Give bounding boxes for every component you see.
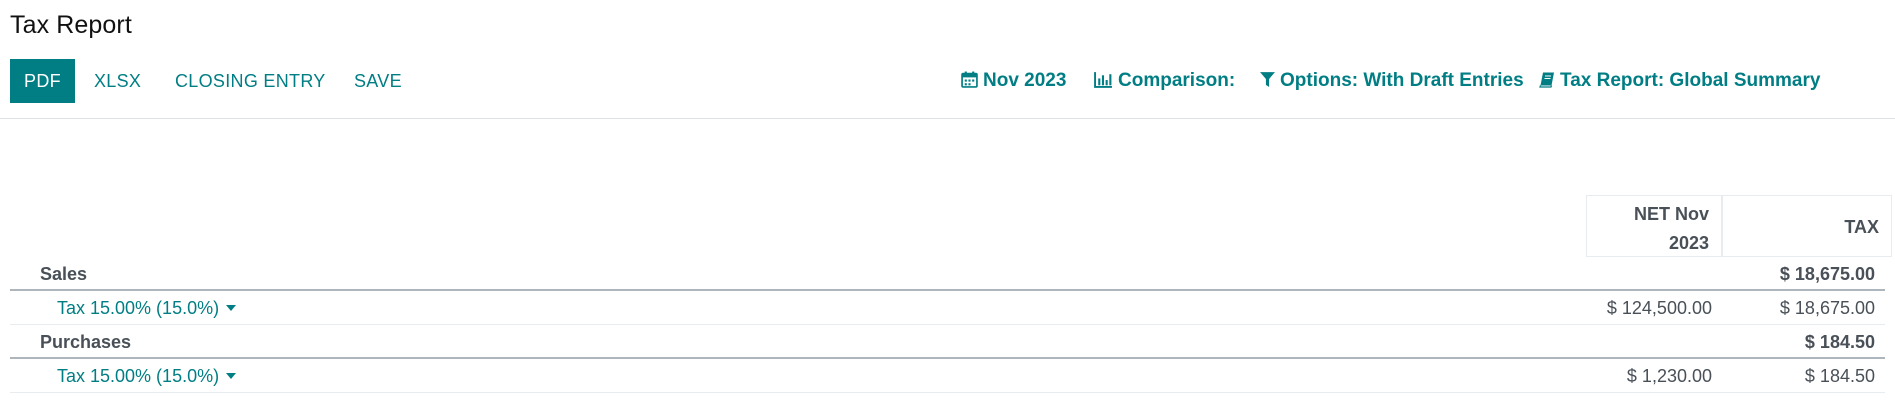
tax-line-link[interactable]: Tax 15.00% (15.0%)	[57, 359, 237, 393]
xlsx-button[interactable]: XLSX	[94, 59, 141, 103]
tax-line-label: Tax 15.00% (15.0%)	[57, 298, 220, 318]
caret-down-icon[interactable]	[226, 305, 237, 311]
column-header-net-line1: NET Nov	[1633, 204, 1709, 224]
book-icon	[1539, 72, 1554, 88]
section-tax-total: $ 184.50	[1804, 332, 1875, 352]
tax-line-label: Tax 15.00% (15.0%)	[57, 366, 220, 386]
section-row-sales: Sales $ 18,675.00	[10, 257, 1885, 291]
tax-line-tax: $ 18,675.00	[1779, 298, 1875, 318]
section-row-purchases: Purchases $ 184.50	[10, 325, 1885, 359]
save-button[interactable]: SAVE	[354, 59, 402, 103]
page-title: Tax Report	[10, 11, 132, 39]
comparison-filter[interactable]: Comparison:	[1094, 59, 1235, 103]
tax-line-row: Tax 15.00% (15.0%) $ 124,500.00 $ 18,675…	[10, 291, 1885, 325]
report-variant-filter-label: Tax Report: Global Summary	[1560, 70, 1821, 91]
pdf-button[interactable]: PDF	[10, 59, 75, 103]
tax-line-net: $ 124,500.00	[1606, 298, 1712, 318]
section-tax-total: $ 18,675.00	[1779, 264, 1875, 284]
bar-chart-icon	[1094, 72, 1112, 88]
section-label: Purchases	[40, 332, 132, 352]
filter-icon	[1260, 72, 1275, 87]
options-filter[interactable]: Options: With Draft Entries	[1260, 59, 1524, 103]
column-header-tax: TAX	[1722, 195, 1892, 257]
comparison-filter-label: Comparison:	[1118, 70, 1236, 91]
control-panel: Tax Report PDF XLSX CLOSING ENTRY SAVE N…	[0, 0, 1895, 119]
column-header-net: NET Nov 2023	[1586, 195, 1722, 257]
report-variant-filter[interactable]: Tax Report: Global Summary	[1539, 59, 1820, 103]
tax-line-tax: $ 184.50	[1804, 366, 1875, 386]
options-filter-label: Options: With Draft Entries	[1280, 70, 1524, 91]
date-filter-label: Nov 2023	[983, 70, 1067, 91]
section-label: Sales	[40, 264, 88, 284]
calendar-icon	[961, 71, 978, 88]
caret-down-icon[interactable]	[226, 373, 237, 379]
tax-line-link[interactable]: Tax 15.00% (15.0%)	[57, 291, 237, 325]
date-filter[interactable]: Nov 2023	[961, 59, 1066, 103]
tax-line-row: Tax 15.00% (15.0%) $ 1,230.00 $ 184.50	[10, 359, 1885, 393]
closing-entry-button[interactable]: CLOSING ENTRY	[175, 59, 326, 103]
column-header-net-line2: 2023	[1668, 233, 1709, 253]
tax-line-net: $ 1,230.00	[1626, 366, 1712, 386]
